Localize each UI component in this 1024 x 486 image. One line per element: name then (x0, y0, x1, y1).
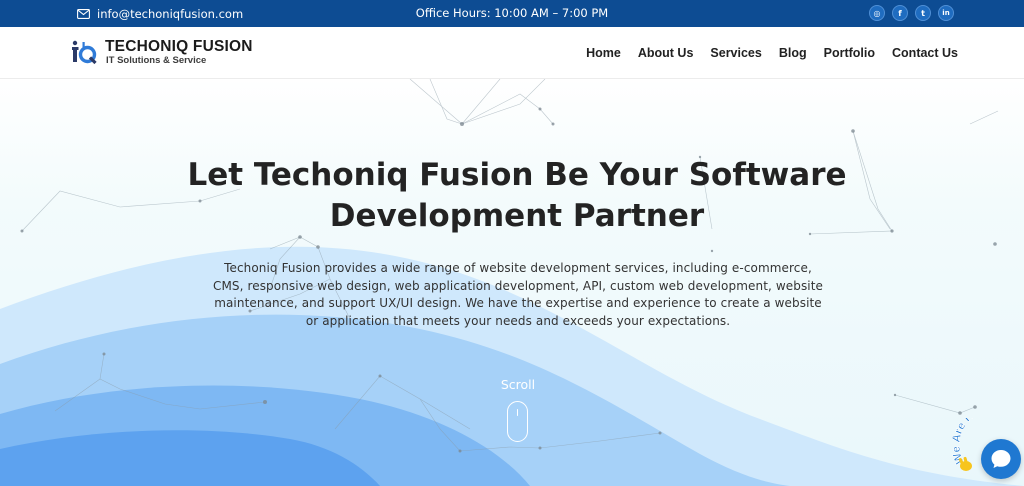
linkedin-icon[interactable]: in (938, 5, 954, 21)
logo-text: TECHONIQ FUSION IT Solutions & Service (105, 38, 253, 67)
nav-services[interactable]: Services (710, 46, 761, 60)
mouse-wheel (516, 409, 518, 416)
nav-home[interactable]: Home (586, 46, 621, 60)
site-logo[interactable]: TECHONIQ FUSION IT Solutions & Service (72, 38, 253, 67)
nav-contact-us[interactable]: Contact Us (892, 46, 958, 60)
hero-section: Let Techoniq Fusion Be Your Software Dev… (0, 79, 1024, 486)
scroll-label[interactable]: Scroll (478, 377, 558, 392)
instagram-icon[interactable]: ◎ (869, 5, 885, 21)
main-nav: Home About Us Services Blog Portfolio Co… (586, 27, 958, 79)
scroll-mouse-icon[interactable] (507, 401, 528, 442)
nav-portfolio[interactable]: Portfolio (824, 46, 875, 60)
nav-about-us[interactable]: About Us (638, 46, 694, 60)
social-links: ◎ f t in (869, 5, 954, 21)
twitter-icon[interactable]: t (915, 5, 931, 21)
nav-blog[interactable]: Blog (779, 46, 807, 60)
chat-button[interactable] (981, 439, 1021, 479)
hero-description: Techoniq Fusion provides a wide range of… (212, 261, 824, 328)
hero-title: Let Techoniq Fusion Be Your Software Dev… (187, 157, 847, 234)
waving-hand-icon (958, 456, 972, 471)
logo-mark-icon (72, 40, 97, 64)
site-header: TECHONIQ FUSION IT Solutions & Service H… (0, 27, 1024, 79)
logo-title: TECHONIQ FUSION (105, 38, 253, 55)
logo-subtitle: IT Solutions & Service (106, 55, 207, 66)
top-info-bar: info@techoniqfusion.com Office Hours: 10… (0, 0, 1024, 27)
facebook-icon[interactable]: f (892, 5, 908, 21)
chat-bubble-icon (991, 450, 1011, 468)
